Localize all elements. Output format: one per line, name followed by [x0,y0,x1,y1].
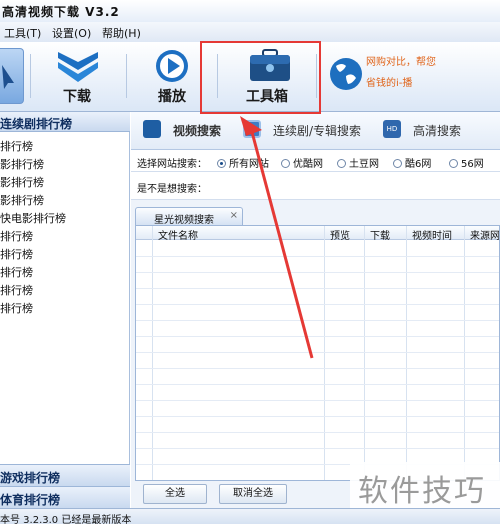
annotation-arrow [240,116,314,359]
